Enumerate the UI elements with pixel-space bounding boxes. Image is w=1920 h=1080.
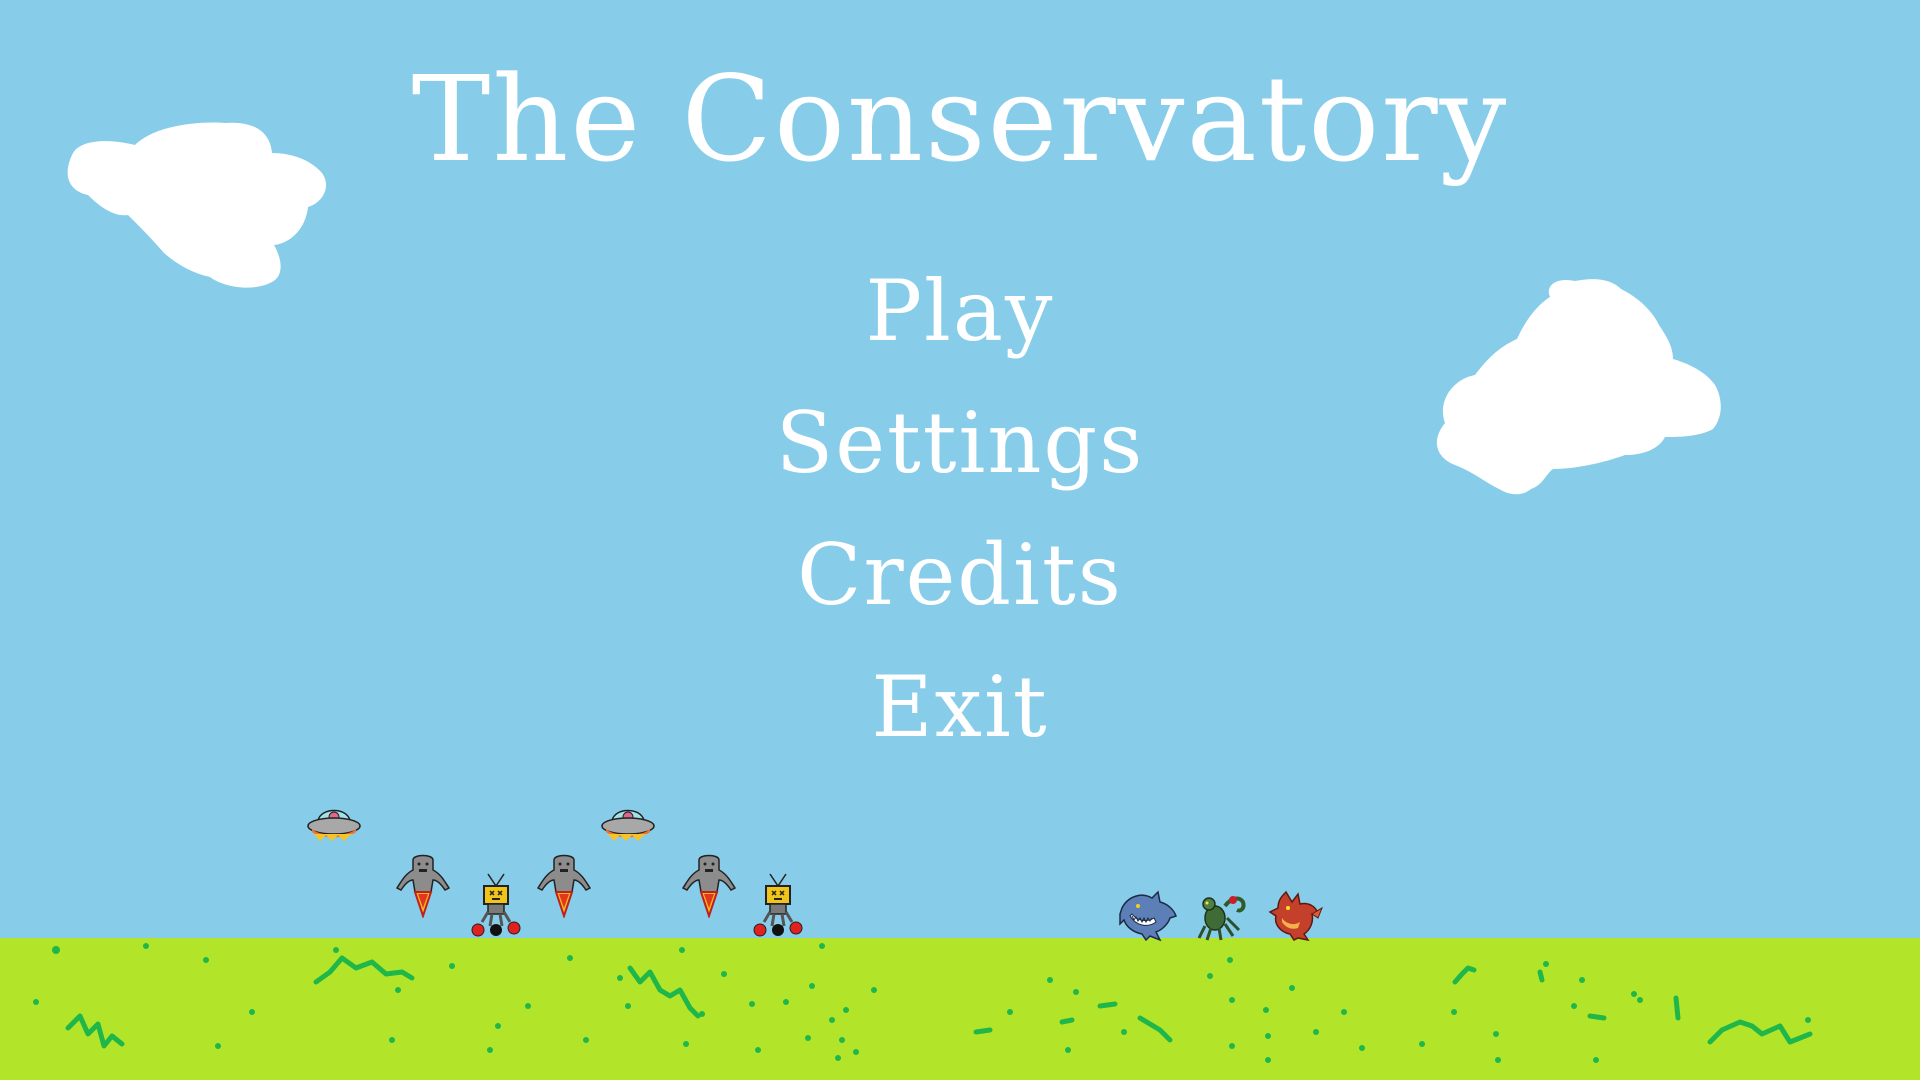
ufo-icon [601, 809, 655, 841]
jetpack-ghoul-icon [395, 854, 451, 918]
grass-marks [33, 943, 1813, 1063]
shark-creature-icon [1119, 890, 1177, 942]
ufo-icon [307, 809, 361, 841]
tv-robot-icon [753, 873, 803, 937]
tv-robot-icon [471, 873, 521, 937]
dragon-creature-icon [1268, 890, 1324, 942]
main-menu-scene: The Conservatory Play Settings Credits E… [0, 0, 1920, 1080]
jetpack-ghoul-icon [681, 854, 737, 918]
jetpack-ghoul-icon [536, 854, 592, 918]
scorpion-creature-icon [1197, 896, 1246, 941]
